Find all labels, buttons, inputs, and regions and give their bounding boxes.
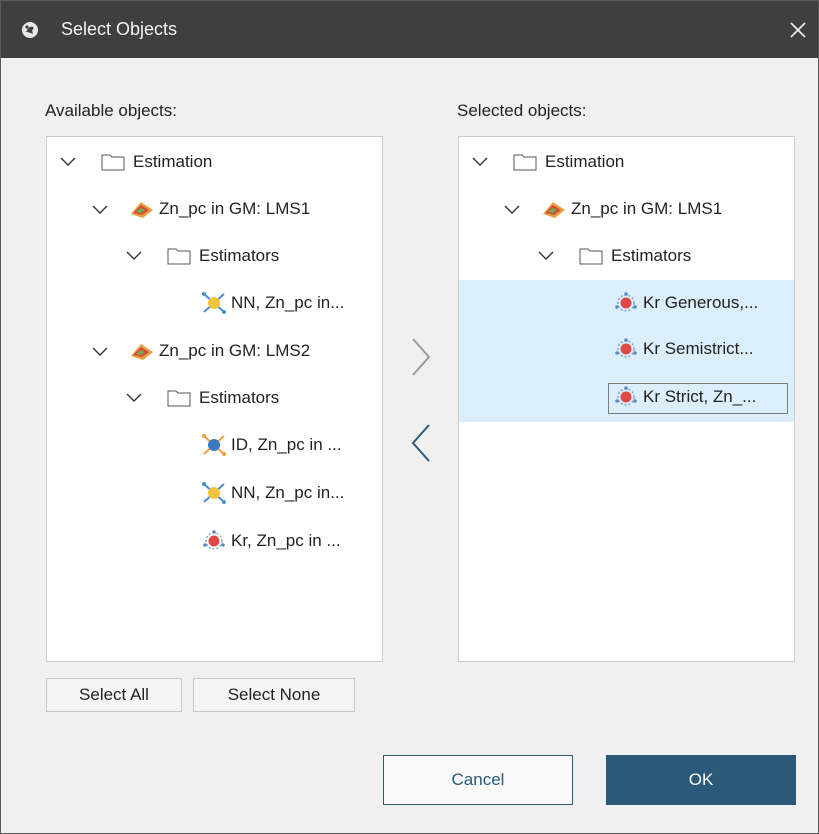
tree-item-zn-pc-lms2[interactable]: Zn_pc in GM: LMS2 <box>47 333 382 369</box>
available-objects-tree[interactable]: Estimation Zn_pc in GM: LMS1 Estimators … <box>46 136 383 662</box>
tree-item-zn-pc-lms1[interactable]: Zn_pc in GM: LMS1 <box>47 191 382 227</box>
kriging-icon <box>615 292 637 312</box>
tree-item-label: ID, Zn_pc in ... <box>231 435 342 454</box>
nearest-neighbour-icon <box>202 482 226 504</box>
folder-icon <box>579 248 603 265</box>
tree-item-label: Estimation <box>545 152 625 171</box>
chevron-down-icon[interactable] <box>125 391 143 403</box>
tree-item-zn-pc-lms1[interactable]: Zn_pc in GM: LMS1 <box>459 191 794 227</box>
chevron-right-icon <box>412 338 431 376</box>
tree-item-estimators[interactable]: Estimators <box>459 237 794 273</box>
tree-item-label: Kr Generous,... <box>643 293 759 312</box>
grade-model-icon <box>131 344 153 360</box>
chevron-down-icon[interactable] <box>503 203 521 215</box>
title-bar: Select Objects <box>1 1 818 58</box>
selected-objects-tree[interactable]: Estimation Zn_pc in GM: LMS1 Estimators … <box>458 136 795 662</box>
cancel-button[interactable]: Cancel <box>383 755 573 805</box>
select-objects-dialog: Select Objects Available objects: Select… <box>0 0 819 834</box>
folder-icon <box>167 248 191 265</box>
tree-item-estimation[interactable]: Estimation <box>47 143 382 179</box>
chevron-down-icon[interactable] <box>471 155 489 167</box>
tree-item-nn-lms1[interactable]: NN, Zn_pc in... <box>47 285 382 321</box>
available-objects-label: Available objects: <box>45 101 177 120</box>
tree-item-estimators[interactable]: Estimators <box>47 237 382 273</box>
nearest-neighbour-icon <box>202 292 226 314</box>
tree-item-nn-lms2[interactable]: NN, Zn_pc in... <box>47 475 382 511</box>
kriging-icon <box>615 386 637 406</box>
tree-item-kr-lms2[interactable]: Kr, Zn_pc in ... <box>47 523 382 559</box>
selected-objects-label: Selected objects: <box>457 101 587 120</box>
folder-icon <box>513 154 537 171</box>
tree-item-label: Zn_pc in GM: LMS1 <box>571 199 723 218</box>
chevron-down-icon[interactable] <box>91 203 109 215</box>
select-none-button[interactable]: Select None <box>193 678 355 712</box>
select-all-button[interactable]: Select All <box>46 678 182 712</box>
tree-item-label: Kr, Zn_pc in ... <box>231 531 341 550</box>
kriging-icon <box>615 338 637 358</box>
chevron-down-icon[interactable] <box>59 155 77 167</box>
chevron-down-icon[interactable] <box>537 249 555 261</box>
tree-item-label: NN, Zn_pc in... <box>231 483 345 502</box>
window-title: Select Objects <box>61 19 178 39</box>
folder-icon <box>101 154 125 171</box>
tree-item-label: Zn_pc in GM: LMS1 <box>159 199 311 218</box>
tree-item-id-lms2[interactable]: ID, Zn_pc in ... <box>47 427 382 463</box>
tree-item-label: Estimators <box>199 388 280 407</box>
tree-item-label: NN, Zn_pc in... <box>231 293 345 312</box>
app-icon <box>22 22 38 38</box>
tree-item-label: Estimators <box>199 246 280 265</box>
grade-model-icon <box>543 202 565 218</box>
close-button[interactable] <box>778 1 818 58</box>
tree-item-estimation[interactable]: Estimation <box>459 143 794 179</box>
tree-item-label: Kr Strict, Zn_... <box>643 387 757 406</box>
tree-item-kr-generous[interactable]: Kr Generous,... <box>459 285 794 321</box>
tree-item-kr-semistrict[interactable]: Kr Semistrict... <box>459 331 794 367</box>
tree-item-kr-strict[interactable]: Kr Strict, Zn_... <box>459 379 794 415</box>
inverse-distance-icon <box>202 434 226 456</box>
chevron-down-icon[interactable] <box>91 345 109 357</box>
folder-icon <box>167 390 191 407</box>
tree-item-label: Estimators <box>611 246 692 265</box>
chevron-down-icon[interactable] <box>125 249 143 261</box>
tree-item-label: Estimation <box>133 152 213 171</box>
chevron-left-icon <box>411 424 430 462</box>
tree-item-label: Kr Semistrict... <box>643 339 754 358</box>
tree-item-label: Zn_pc in GM: LMS2 <box>159 341 311 360</box>
kriging-icon <box>203 530 225 550</box>
ok-button[interactable]: OK <box>606 755 796 805</box>
close-icon <box>790 21 806 38</box>
tree-item-estimators[interactable]: Estimators <box>47 379 382 415</box>
add-arrow-button[interactable] <box>409 335 433 379</box>
grade-model-icon <box>131 202 153 218</box>
remove-arrow-button[interactable] <box>409 421 433 465</box>
